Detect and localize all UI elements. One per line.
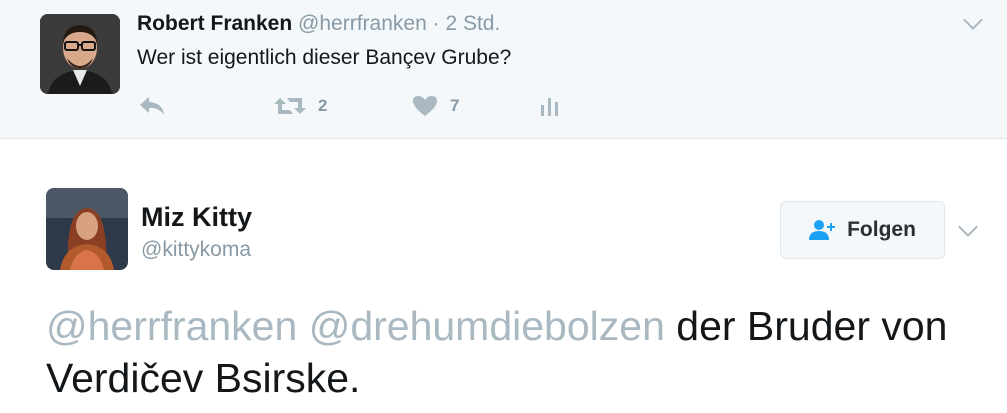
avatar[interactable] [40,14,120,94]
author-handle[interactable]: @kittykoma [141,238,251,262]
chevron-down-icon[interactable] [958,217,978,237]
retweet-button[interactable]: 2 [274,92,327,120]
like-button[interactable]: 7 [412,92,459,120]
header-separator: · [426,12,446,35]
follow-button[interactable]: Folgen [780,201,945,259]
retweet-icon [274,98,306,114]
reply-icon [140,97,164,115]
follow-person-icon [809,220,836,240]
mention-link[interactable]: @herrfranken [46,303,297,349]
author-name[interactable]: Miz Kitty [141,202,252,233]
avatar[interactable] [46,188,128,270]
parent-tweet-header: Robert Franken @herrfranken · 2 Std. [137,12,500,36]
reply-button[interactable] [138,92,166,120]
chevron-down-icon[interactable] [963,10,983,30]
tweet-text: @herrfranken @drehumdiebolzen der Bruder… [46,300,986,404]
parent-tweet[interactable]: Robert Franken @herrfranken · 2 Std. Wer… [0,0,1007,139]
analytics-button[interactable] [539,92,561,120]
avatar-image [40,14,120,94]
like-count: 7 [450,96,460,115]
heart-icon [413,96,437,116]
parent-tweet-text: Wer ist eigentlich dieser Bançev Grube? [137,46,512,69]
retweet-count: 2 [318,96,328,115]
author-name[interactable]: Robert Franken [137,12,292,35]
analytics-icon [541,98,558,116]
mention-link[interactable]: @drehumdiebolzen [309,303,665,349]
tweet-timestamp[interactable]: 2 Std. [445,12,500,35]
author-handle[interactable]: @herrfranken [298,12,427,35]
avatar-image [46,188,128,270]
follow-button-label: Folgen [847,218,916,241]
